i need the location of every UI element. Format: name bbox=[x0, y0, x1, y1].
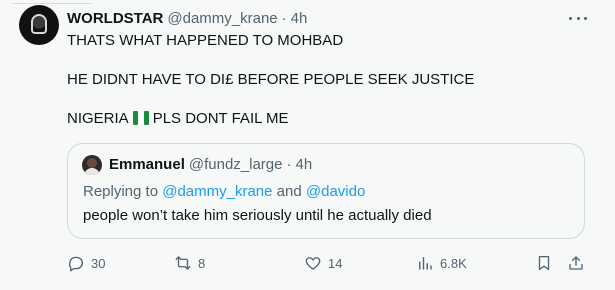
like-button[interactable]: 14 bbox=[304, 251, 342, 275]
author-display-name[interactable]: WORLDSTAR bbox=[67, 10, 163, 27]
quoted-separator-dot: · bbox=[286, 156, 292, 173]
quoted-tweet-header: Emmanuel @fundz_large · 4h bbox=[109, 156, 312, 173]
quoted-handle[interactable]: @fundz_large bbox=[189, 156, 283, 173]
reply-button[interactable]: 30 bbox=[67, 251, 105, 275]
quoted-display-name[interactable]: Emmanuel bbox=[109, 156, 185, 173]
like-count: 14 bbox=[328, 255, 343, 271]
retweet-button[interactable]: 8 bbox=[174, 251, 205, 275]
replying-prefix: Replying to bbox=[83, 183, 163, 200]
share-icon bbox=[569, 256, 583, 270]
tweet-header: WORLDSTAR @dammy_krane · 4h bbox=[67, 8, 307, 28]
quoted-tweet-text: people won’t take him seriously until he… bbox=[83, 207, 432, 224]
separator-dot: · bbox=[281, 9, 287, 27]
tweet-text-line-1: THATS WHAT HAPPENED TO MOHBAD bbox=[67, 32, 344, 49]
reply-count: 30 bbox=[91, 255, 106, 271]
reply-icon bbox=[69, 256, 84, 272]
author-avatar[interactable] bbox=[19, 5, 59, 45]
previous-tweet-edge bbox=[0, 0, 615, 6]
tweet-card[interactable]: WORLDSTAR @dammy_krane · 4h THATS WHAT H… bbox=[0, 0, 615, 290]
replying-conjunction: and bbox=[272, 183, 306, 200]
retweet-count: 8 bbox=[198, 255, 206, 271]
bookmark-button[interactable] bbox=[535, 251, 553, 275]
tweet-text-nigeria: NIGERIA bbox=[67, 110, 129, 127]
views-count: 6.8K bbox=[440, 255, 467, 271]
more-options-icon[interactable] bbox=[569, 10, 587, 26]
tweet-text-line-3: NIGERIA PLS DONT FAIL ME bbox=[67, 109, 289, 129]
mention-davido[interactable]: @davido bbox=[306, 183, 365, 200]
quoted-timestamp[interactable]: 4h bbox=[295, 156, 312, 173]
views-chart-icon bbox=[419, 257, 432, 270]
replying-to-line: Replying to @dammy_krane and @davido bbox=[83, 183, 365, 200]
tweet-actions-bar: 30 8 14 6.8K bbox=[67, 251, 587, 275]
quoted-tweet[interactable]: Emmanuel @fundz_large · 4h Replying to @… bbox=[67, 143, 585, 239]
tweet-text-plea: PLS DONT FAIL ME bbox=[152, 110, 289, 127]
retweet-icon bbox=[175, 256, 191, 270]
nigeria-flag-icon bbox=[132, 111, 149, 125]
avatar-glyph-icon bbox=[31, 14, 47, 34]
heart-icon bbox=[305, 257, 321, 270]
author-handle[interactable]: @dammy_krane bbox=[167, 10, 277, 27]
quoted-author-avatar[interactable] bbox=[82, 155, 102, 175]
mention-dammy-krane[interactable]: @dammy_krane bbox=[162, 183, 272, 200]
bookmark-icon bbox=[538, 255, 550, 271]
share-button[interactable] bbox=[567, 251, 585, 275]
tweet-timestamp[interactable]: 4h bbox=[291, 10, 308, 27]
views-button[interactable]: 6.8K bbox=[416, 251, 467, 275]
tweet-text-line-2: HE DIDNT HAVE TO DI£ BEFORE PEOPLE SEEK … bbox=[67, 71, 475, 88]
